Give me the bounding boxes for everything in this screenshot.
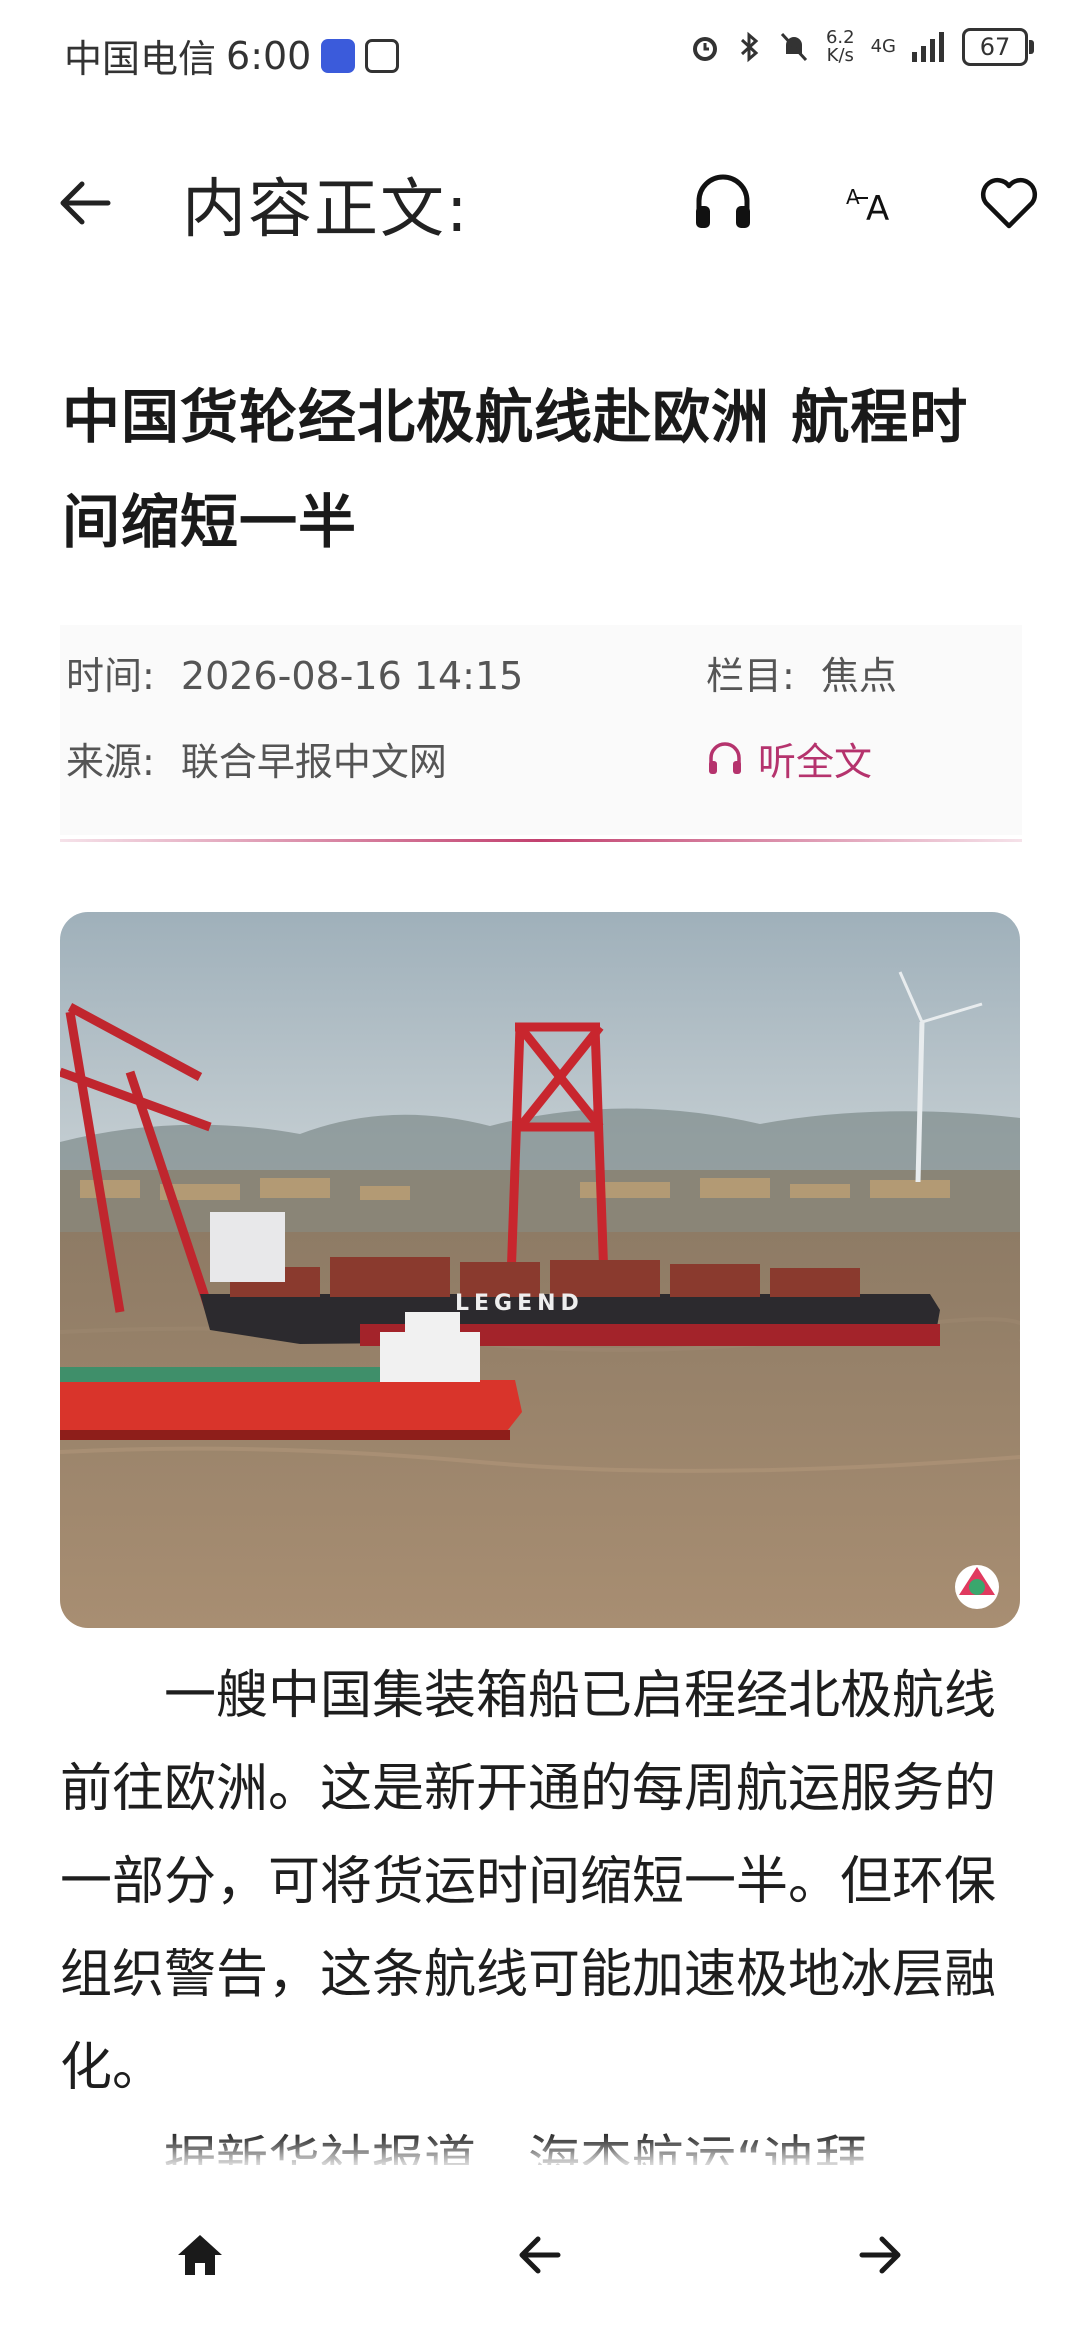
bottom-navigation [0, 2165, 1080, 2340]
clock: 6:00 [226, 33, 312, 78]
mute-bell-icon [780, 32, 808, 62]
meta-divider [60, 839, 1022, 842]
bluetooth-icon [740, 31, 759, 63]
paragraph: 一艘中国集装箱船已启程经北极航线前往欧洲。这是新开通的每周航运服务的一部分，可将… [60, 1666, 997, 2098]
source-info: 来源: 联合早报中文网 [66, 731, 447, 786]
port-ship-illustration: LEGEND [60, 912, 1020, 1628]
prev-arrow-icon[interactable] [508, 2223, 572, 2287]
column-label: 栏目: [706, 654, 795, 698]
font-size-icon[interactable]: A A [838, 170, 904, 236]
status-right: 6.2 K/s 4G 67 [688, 28, 1034, 66]
article-photo[interactable]: LEGEND [60, 912, 1020, 1628]
svg-text:A: A [866, 189, 889, 229]
column-value: 焦点 [820, 654, 897, 698]
app-notification-icon [321, 38, 356, 73]
status-left: 中国电信 6:00 [64, 28, 400, 83]
listen-label: 听全文 [758, 740, 873, 784]
publish-time: 时间: 2026-08-16 14:15 [66, 645, 523, 700]
ship-hull-text: LEGEND [455, 1291, 584, 1316]
page-title: 内容正文: [182, 173, 470, 247]
signal-icon [912, 32, 944, 62]
top-bar: 内容正文: A A [0, 140, 1080, 270]
source-value: 联合早报中文网 [180, 740, 447, 784]
next-arrow-icon[interactable] [848, 2223, 912, 2287]
article-title: 中国货轮经北极航线赴欧洲 航程时间缩短一半 [62, 383, 969, 556]
carrier-label: 中国电信 [64, 37, 217, 81]
headphones-icon[interactable] [690, 170, 756, 236]
home-icon[interactable] [168, 2223, 232, 2287]
battery-indicator: 67 [962, 28, 1034, 66]
network-type: 4G [870, 36, 896, 57]
time-value: 2026-08-16 14:15 [180, 654, 524, 698]
heart-icon[interactable] [976, 170, 1042, 236]
listen-headphones-icon [709, 741, 741, 774]
speed-unit: K/s [826, 45, 854, 66]
status-bar: 中国电信 6:00 6.2 K/s 4G 67 [0, 0, 1080, 105]
article-body: 一艘中国集装箱船已启程经北极航线前往欧洲。这是新开通的每周航运服务的一部分，可将… [60, 1650, 1030, 2208]
listen-full-button[interactable]: 听全文 [706, 731, 872, 786]
back-arrow-icon[interactable] [52, 170, 118, 236]
nfc-icon [365, 38, 400, 73]
alarm-icon [692, 37, 717, 61]
time-label: 时间: [66, 654, 155, 698]
article-meta: 时间: 2026-08-16 14:15 栏目: 焦点 来源: 联合早报中文网 … [60, 625, 1022, 835]
source-label: 来源: [66, 740, 155, 784]
column-info: 栏目: 焦点 [706, 645, 897, 700]
network-speed: 6.2 K/s [826, 29, 855, 65]
